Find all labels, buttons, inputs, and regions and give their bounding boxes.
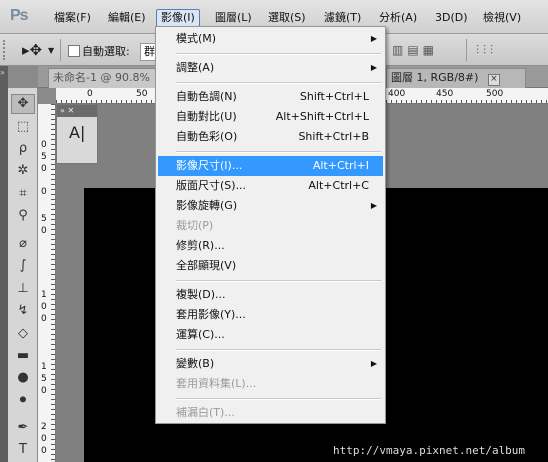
ruler-tick: 0 bbox=[41, 314, 47, 324]
distribute-icons[interactable]: ⫶⫶⫶ bbox=[476, 43, 497, 58]
ruler-tick: 0 bbox=[41, 302, 47, 312]
ruler-tick: 1 bbox=[41, 362, 47, 372]
ruler-tick: 50 bbox=[136, 89, 148, 99]
ruler-tick: 500 bbox=[486, 89, 504, 99]
ruler-tick: 450 bbox=[436, 89, 454, 99]
lasso-tool-icon[interactable]: ρ bbox=[11, 139, 35, 159]
auto-select-checkbox[interactable] bbox=[68, 45, 80, 57]
ruler-tick: 0 bbox=[41, 164, 47, 174]
eraser-tool-icon[interactable]: ◇ bbox=[11, 324, 35, 344]
ruler-tick: 0 bbox=[41, 187, 47, 197]
menu-separator bbox=[176, 82, 381, 84]
menu-separator bbox=[176, 151, 381, 153]
mini-panel-header[interactable]: » ✕ bbox=[57, 105, 97, 117]
menu-select[interactable]: 選取(S) bbox=[264, 9, 310, 27]
ruler-tick: 0 bbox=[41, 446, 47, 456]
ruler-left: 0 5 0 0 5 0 1 0 0 1 5 0 2 0 0 bbox=[38, 104, 56, 462]
menu-view[interactable]: 檢視(V) bbox=[479, 9, 525, 27]
menu-analysis[interactable]: 分析(A) bbox=[375, 9, 421, 27]
menu-separator bbox=[176, 53, 381, 55]
menu-edit[interactable]: 編輯(E) bbox=[104, 9, 150, 27]
ruler-tick: 5 bbox=[41, 214, 47, 224]
brush-tool-icon[interactable]: ∫ bbox=[11, 256, 35, 276]
ruler-tick: 5 bbox=[41, 374, 47, 384]
menu-item-calculations[interactable]: 運算(C)... bbox=[158, 325, 383, 345]
submenu-arrow-icon: ▶ bbox=[370, 359, 377, 368]
options-grip[interactable] bbox=[3, 40, 9, 60]
move-tool[interactable]: ✥ bbox=[11, 94, 35, 114]
ruler-tick: 400 bbox=[388, 89, 406, 99]
divider bbox=[60, 39, 61, 61]
menu-item-auto-tone[interactable]: 自動色調(N) Shift+Ctrl+L bbox=[158, 87, 383, 107]
dodge-tool-icon[interactable]: ⚫ bbox=[11, 391, 35, 411]
panel-dock-rail bbox=[0, 66, 8, 462]
menu-item-mode[interactable]: 模式(M) ▶ bbox=[158, 29, 383, 49]
menu-item-apply-image[interactable]: 套用影像(Y)... bbox=[158, 305, 383, 325]
menu-item-image-size[interactable]: 影像尺寸(I)... Alt+Ctrl+I bbox=[158, 156, 383, 176]
menu-item-canvas-size[interactable]: 版面尺寸(S)... Alt+Ctrl+C bbox=[158, 176, 383, 196]
menu-item-crop: 裁切(P) bbox=[176, 219, 214, 232]
menu-item-adjustments[interactable]: 調整(A) ▶ bbox=[158, 58, 383, 78]
ruler-tick: 0 bbox=[87, 89, 93, 99]
history-brush-tool-icon[interactable]: ↯ bbox=[11, 301, 35, 321]
submenu-arrow-icon: ▶ bbox=[370, 63, 377, 72]
document-tab-secondary[interactable]: 圖層 1, RGB/8#) × bbox=[386, 68, 526, 88]
menu-item-trap: 補漏白(T)... bbox=[176, 406, 235, 419]
menu-item-trim[interactable]: 修剪(R)... bbox=[158, 236, 383, 256]
menu-item-variables[interactable]: 變數(B) ▶ bbox=[158, 354, 383, 374]
menu-item-auto-color[interactable]: 自動色彩(O) Shift+Ctrl+B bbox=[158, 127, 383, 147]
ruler-tick: 1 bbox=[41, 290, 47, 300]
marquee-tool-icon[interactable]: ⬚ bbox=[11, 117, 35, 137]
crop-tool-icon[interactable]: ⌗ bbox=[11, 184, 35, 204]
menu-item-auto-contrast[interactable]: 自動對比(U) Alt+Shift+Ctrl+L bbox=[158, 107, 383, 127]
collapse-arrows-icon[interactable]: » bbox=[0, 68, 5, 77]
photoshop-logo: Ps bbox=[10, 7, 29, 24]
gradient-tool-icon[interactable]: ▬ bbox=[11, 346, 35, 366]
menu-item-apply-data-set: 套用資料集(L)... bbox=[176, 377, 257, 390]
ruler-tick: 2 bbox=[41, 422, 47, 432]
pen-tool-icon[interactable]: ✒ bbox=[11, 418, 35, 438]
ruler-tick: 0 bbox=[41, 140, 47, 150]
menu-file[interactable]: 檔案(F) bbox=[50, 9, 95, 27]
tool-preset-chevron-down-icon[interactable]: ▼ bbox=[48, 46, 54, 55]
menu-item-image-rotation[interactable]: 影像旋轉(G) ▶ bbox=[158, 196, 383, 216]
menu-item-reveal-all[interactable]: 全部顯現(V) bbox=[158, 256, 383, 276]
menu-item-duplicate[interactable]: 複製(D)... bbox=[158, 285, 383, 305]
align-icons[interactable]: ▥▤▦ bbox=[392, 43, 438, 57]
document-tab2-title: 圖層 1, RGB/8#) bbox=[391, 71, 479, 84]
image-menu-dropdown: 模式(M) ▶ 調整(A) ▶ 自動色調(N) Shift+Ctrl+L 自動對… bbox=[155, 26, 386, 424]
submenu-arrow-icon: ▶ bbox=[370, 34, 377, 43]
menu-layer[interactable]: 圖層(L) bbox=[211, 9, 256, 27]
move-tool-icon[interactable]: ▸✥ bbox=[22, 41, 42, 59]
magic-wand-tool-icon[interactable]: ✲ bbox=[11, 161, 35, 181]
text-cursor-icon: A| bbox=[69, 123, 86, 142]
menu-image[interactable]: 影像(I) bbox=[156, 9, 200, 27]
close-icon[interactable]: × bbox=[487, 74, 500, 86]
submenu-arrow-icon: ▶ bbox=[370, 201, 377, 210]
character-mini-panel[interactable]: » ✕ A| bbox=[56, 104, 98, 164]
menu-separator bbox=[176, 349, 381, 351]
toolbox: ✥ ⬚ ρ ✲ ⌗ ⚲ ⌀ ∫ ⊥ ↯ ◇ ▬ ● ⚫ ✒ T bbox=[8, 88, 38, 462]
document-tab-title: 未命名-1 @ 90.8% bbox=[53, 71, 150, 84]
blur-tool-icon[interactable]: ● bbox=[11, 368, 35, 388]
ruler-tick: 0 bbox=[41, 386, 47, 396]
healing-brush-tool-icon[interactable]: ⌀ bbox=[11, 234, 35, 254]
menu-separator bbox=[176, 280, 381, 282]
menu-separator bbox=[176, 398, 381, 400]
menu-filter[interactable]: 濾鏡(T) bbox=[320, 9, 365, 27]
menu-3d[interactable]: 3D(D) bbox=[431, 9, 472, 27]
auto-select-dropdown[interactable]: 群組 bbox=[140, 43, 156, 61]
watermark-url: http://vmaya.pixnet.net/album bbox=[333, 444, 526, 457]
eyedropper-tool-icon[interactable]: ⚲ bbox=[11, 206, 35, 226]
ruler-tick: 5 bbox=[41, 152, 47, 162]
clone-stamp-tool-icon[interactable]: ⊥ bbox=[11, 279, 35, 299]
ruler-tick: 0 bbox=[41, 434, 47, 444]
type-tool-icon[interactable]: T bbox=[11, 440, 35, 460]
ruler-tick: 0 bbox=[41, 226, 47, 236]
divider bbox=[466, 39, 467, 61]
auto-select-label: 自動選取: bbox=[82, 45, 130, 58]
